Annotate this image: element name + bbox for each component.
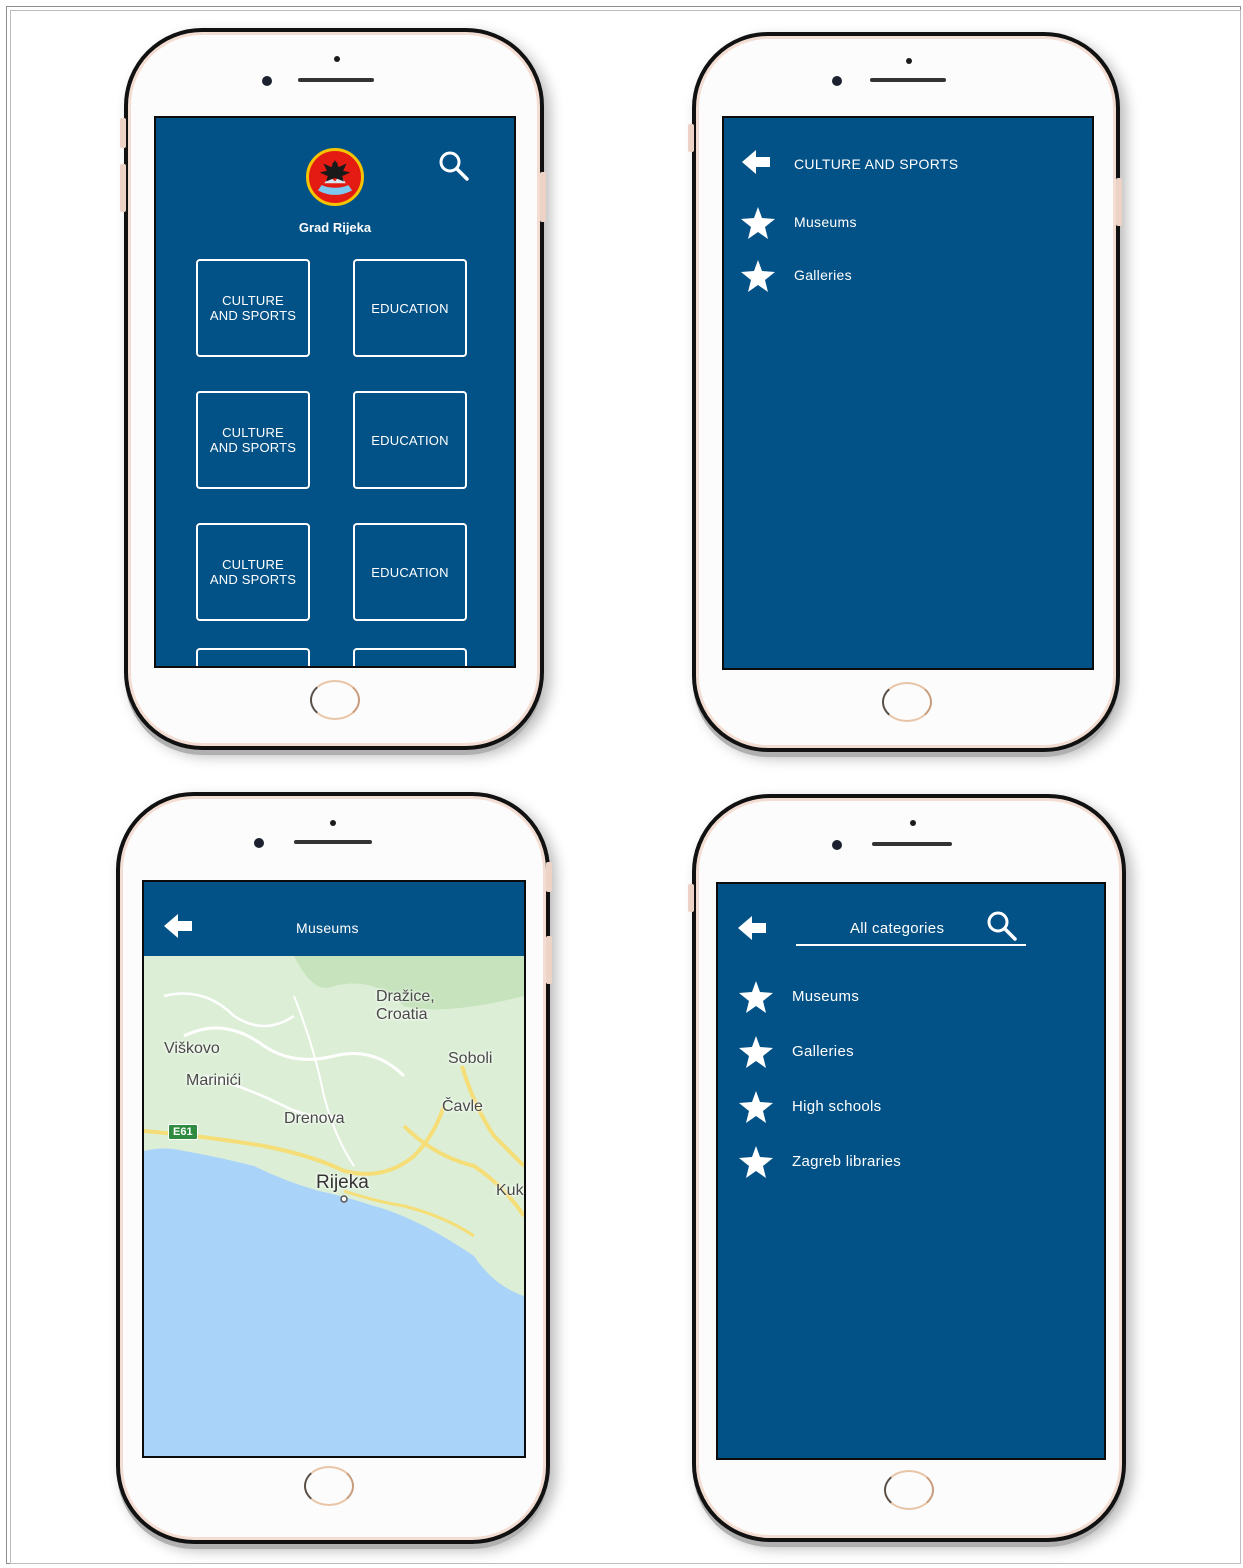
side-button — [688, 124, 694, 152]
list-item-label: Museums — [794, 214, 857, 230]
proximity-sensor — [330, 820, 336, 826]
list-item-galleries[interactable]: Galleries — [738, 1035, 1078, 1069]
proximity-sensor — [334, 56, 340, 62]
map-label-drazice: Dražice, Croatia — [376, 988, 435, 1023]
phone-map-screen: Museums Dražice, Croatia Viškovo Soboli … — [116, 792, 552, 1544]
side-button — [120, 118, 126, 148]
map-label-rijeka: Rijeka — [316, 1172, 369, 1193]
star-icon — [739, 981, 773, 1013]
list-item-galleries[interactable]: Galleries — [740, 259, 1060, 293]
map-view[interactable]: Dražice, Croatia Viškovo Soboli Marinići… — [144, 956, 524, 1456]
map-label-cavle: Čavle — [442, 1098, 483, 1115]
list-item-label: Museums — [792, 988, 860, 1005]
category-tile-education[interactable]: EDUCATION — [353, 259, 467, 357]
earpiece-speaker — [870, 78, 946, 82]
route-shield: E61 — [168, 1124, 198, 1140]
list-item-museums[interactable]: Museums — [738, 980, 1078, 1014]
home-button[interactable] — [304, 1466, 354, 1506]
map-label-marinici: Marinići — [186, 1072, 242, 1089]
list-item-label: Galleries — [794, 267, 852, 283]
side-button — [546, 862, 552, 892]
category-tile-partial[interactable] — [196, 648, 310, 666]
screen-title: CULTURE AND SPORTS — [794, 156, 959, 172]
back-arrow-icon[interactable] — [736, 914, 768, 942]
list-item-museums[interactable]: Museums — [740, 206, 1060, 240]
home-button[interactable] — [884, 1470, 934, 1510]
map-label-viskovo: Viškovo — [164, 1040, 220, 1057]
list-item-label: Galleries — [792, 1043, 854, 1060]
star-icon — [739, 1091, 773, 1123]
proximity-sensor — [910, 820, 916, 826]
category-tile-education[interactable]: EDUCATION — [353, 391, 467, 489]
phone-category-screen: CULTURE AND SPORTS Museums Galleries — [688, 32, 1122, 752]
map-label-kuk: Kuk — [496, 1182, 524, 1199]
map-screen: Museums Dražice, Croatia Viškovo Soboli … — [142, 880, 526, 1458]
map-label-soboli: Soboli — [448, 1050, 493, 1067]
search-field-underline — [796, 944, 1026, 946]
search-icon[interactable] — [436, 148, 472, 184]
earpiece-speaker — [298, 78, 374, 82]
search-field-text[interactable]: All categories — [850, 920, 944, 937]
back-arrow-icon[interactable] — [740, 148, 772, 176]
category-screen: CULTURE AND SPORTS Museums Galleries — [722, 116, 1094, 670]
coat-of-arms-icon — [306, 148, 364, 206]
side-button — [540, 172, 546, 222]
app-title: Grad Rijeka — [298, 220, 372, 235]
home-button[interactable] — [882, 682, 932, 722]
category-tile-culture-and-sports[interactable]: CULTURE AND SPORTS — [196, 259, 310, 357]
home-screen: Grad Rijeka CULTURE AND SPORTS EDUCATION… — [154, 116, 516, 668]
side-button — [1116, 178, 1122, 226]
front-camera — [254, 838, 264, 848]
list-item-label: Zagreb libraries — [792, 1153, 902, 1170]
earpiece-speaker — [294, 840, 372, 844]
category-tile-culture-and-sports[interactable]: CULTURE AND SPORTS — [196, 391, 310, 489]
all-categories-screen: All categories Museums Galleries High sc… — [716, 882, 1106, 1460]
star-icon — [741, 207, 775, 239]
phone-home-screen: Grad Rijeka CULTURE AND SPORTS EDUCATION… — [120, 28, 546, 750]
side-button — [546, 936, 552, 984]
proximity-sensor — [906, 58, 912, 64]
home-button[interactable] — [310, 680, 360, 720]
list-item-zagreb-libraries[interactable]: Zagreb libraries — [738, 1145, 1078, 1179]
screen-title: Museums — [296, 920, 359, 936]
front-camera — [832, 840, 842, 850]
earpiece-speaker — [872, 842, 952, 846]
category-tile-education[interactable]: EDUCATION — [353, 523, 467, 621]
star-icon — [741, 260, 775, 292]
side-button — [120, 164, 126, 212]
star-icon — [739, 1146, 773, 1178]
front-camera — [832, 76, 842, 86]
search-icon[interactable] — [984, 908, 1020, 944]
category-tile-culture-and-sports[interactable]: CULTURE AND SPORTS — [196, 523, 310, 621]
map-header: Museums — [144, 882, 524, 956]
category-tile-partial[interactable] — [353, 648, 467, 666]
list-item-high-schools[interactable]: High schools — [738, 1090, 1078, 1124]
list-item-label: High schools — [792, 1098, 882, 1115]
map-label-drenova: Drenova — [284, 1110, 345, 1127]
phone-all-categories-screen: All categories Museums Galleries High sc… — [688, 794, 1126, 1542]
back-arrow-icon[interactable] — [162, 912, 194, 940]
front-camera — [262, 76, 272, 86]
side-button — [688, 884, 694, 912]
star-icon — [739, 1036, 773, 1068]
